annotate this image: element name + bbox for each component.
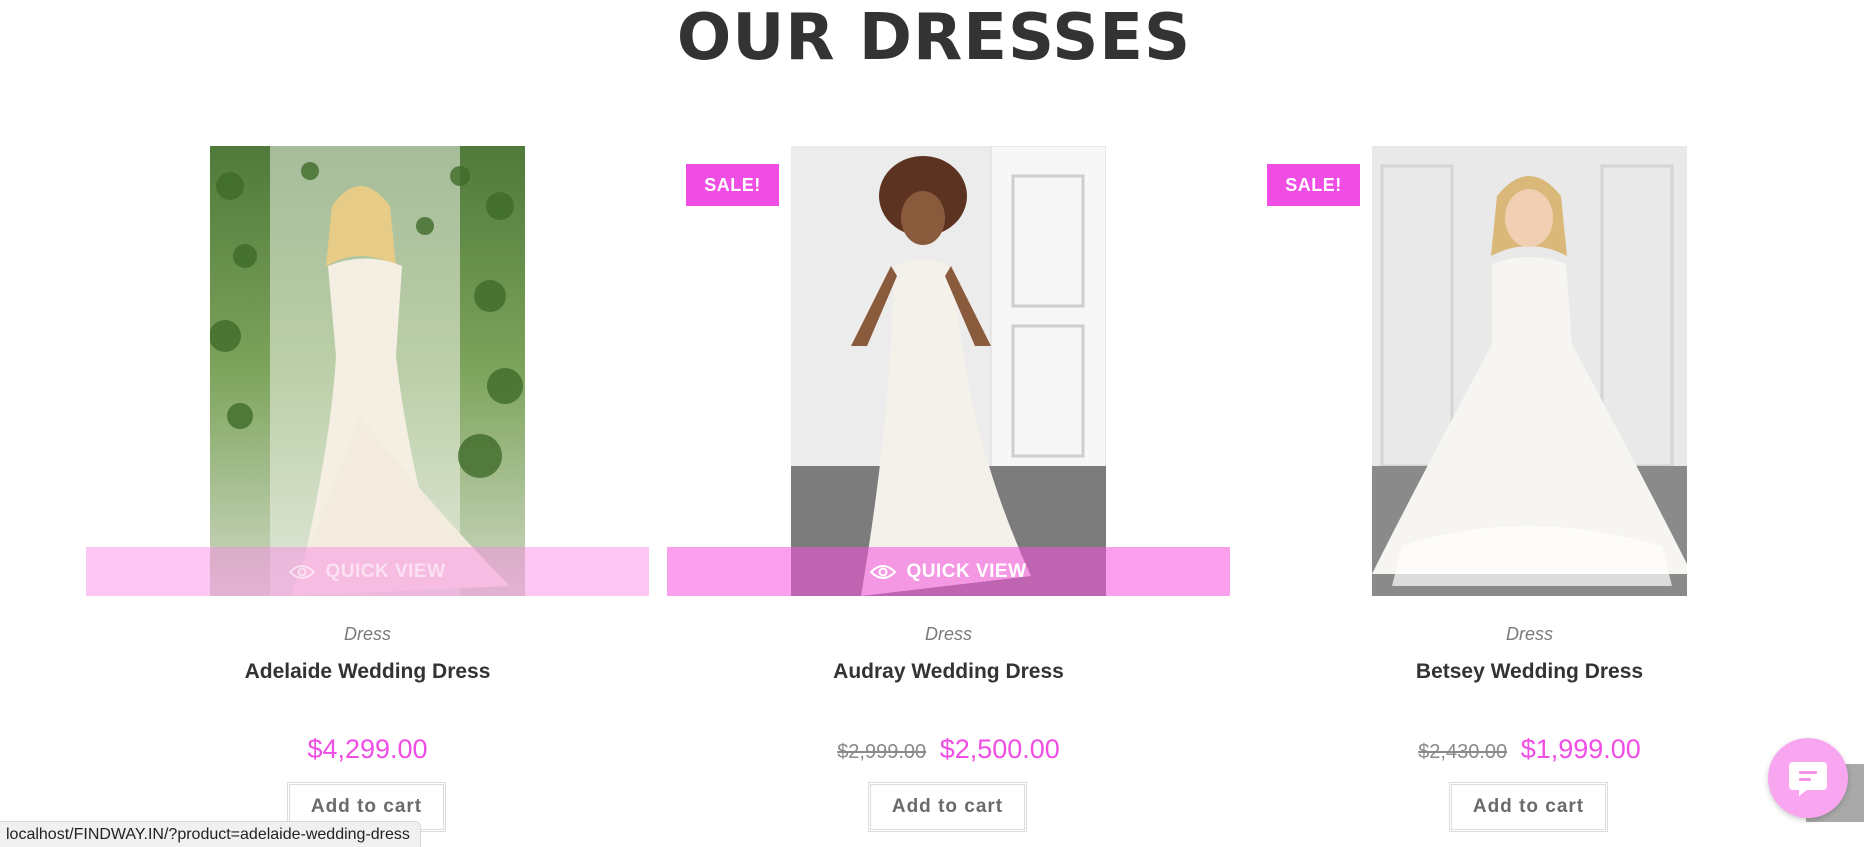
status-bar-url: localhost/FINDWAY.IN/?product=adelaide-w… xyxy=(0,821,421,847)
chat-icon xyxy=(1789,762,1827,796)
add-to-cart-button[interactable]: Add to cart xyxy=(1449,782,1608,832)
product-name[interactable]: Audray Wedding Dress xyxy=(667,660,1230,684)
product-card: SALE! Dress Betsey Wedding Dress $2,430.… xyxy=(1248,146,1811,832)
product-category[interactable]: Dress xyxy=(667,624,1230,645)
product-name[interactable]: Adelaide Wedding Dress xyxy=(86,660,649,684)
product-name[interactable]: Betsey Wedding Dress xyxy=(1248,660,1811,684)
product-price: $2,999.00 $2,500.00 xyxy=(667,734,1230,765)
product-card: SALE! QUICK VIEW Dress Audray Wedding Dr… xyxy=(667,146,1230,832)
product-card: QUICK VIEW Dress Adelaide Wedding Dress … xyxy=(86,146,649,832)
current-price: $1,999.00 xyxy=(1520,734,1641,764)
quick-view-button[interactable]: QUICK VIEW xyxy=(86,547,649,596)
old-price: $2,430.00 xyxy=(1418,741,1508,763)
chat-button[interactable] xyxy=(1768,738,1848,818)
product-media[interactable]: SALE! QUICK VIEW xyxy=(667,146,1230,596)
section-title: OUR DRESSES xyxy=(676,1,1192,75)
current-price: $4,299.00 xyxy=(307,734,428,764)
product-media[interactable]: SALE! xyxy=(1248,146,1811,596)
eye-icon xyxy=(289,564,316,579)
product-image[interactable] xyxy=(1372,146,1687,596)
quick-view-button[interactable]: QUICK VIEW xyxy=(667,547,1230,596)
add-to-cart-button[interactable]: Add to cart xyxy=(868,782,1027,832)
quick-view-label: QUICK VIEW xyxy=(325,560,446,582)
sale-badge: SALE! xyxy=(686,164,779,206)
product-category[interactable]: Dress xyxy=(1248,624,1811,645)
product-image[interactable] xyxy=(210,146,525,596)
eye-icon xyxy=(870,564,897,579)
product-price: $2,430.00 $1,999.00 xyxy=(1248,734,1811,765)
product-media[interactable]: QUICK VIEW xyxy=(86,146,649,596)
sale-badge: SALE! xyxy=(1267,164,1360,206)
product-image[interactable] xyxy=(791,146,1106,596)
quick-view-label: QUICK VIEW xyxy=(906,560,1027,582)
old-price: $2,999.00 xyxy=(837,741,927,763)
product-category[interactable]: Dress xyxy=(86,624,649,645)
current-price: $2,500.00 xyxy=(939,734,1060,764)
product-price: $4,299.00 xyxy=(86,734,649,765)
